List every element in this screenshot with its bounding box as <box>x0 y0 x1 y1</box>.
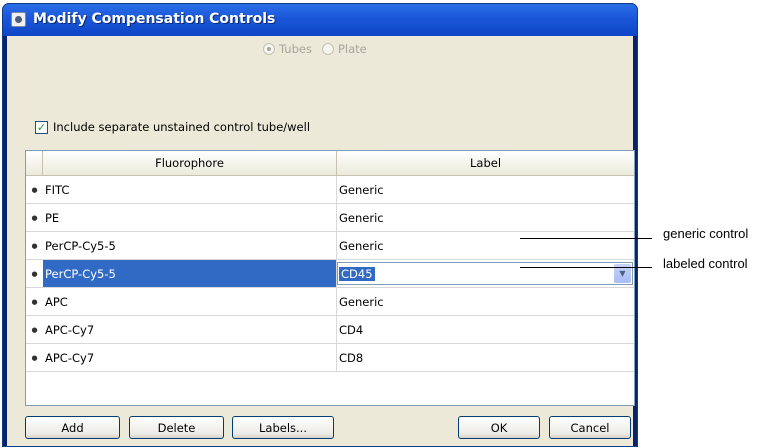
app-icon <box>11 12 26 27</box>
fluorophore-cell[interactable]: APC-Cy7 <box>43 316 337 343</box>
ok-button[interactable]: OK <box>458 416 540 439</box>
generic-control-annotation: generic control <box>663 226 749 241</box>
table-row[interactable]: ● PE Generic <box>26 204 634 232</box>
row-marker-dot-icon: ● <box>31 269 38 278</box>
generic-control-leader-line <box>520 238 652 239</box>
controls-table: Fluorophore Label ● FITC Generic ● PE Generic… <box>25 150 635 406</box>
radio-tubes[interactable]: Tubes <box>263 42 312 56</box>
title-bar[interactable]: Modify Compensation Controls <box>3 4 637 36</box>
fluorophore-cell[interactable]: PerCP-Cy5-5 <box>43 260 337 287</box>
row-marker-dot-icon: ● <box>31 353 38 362</box>
unstained-control-checkbox[interactable]: ✓ <box>35 120 48 134</box>
column-header-label[interactable]: Label <box>337 151 634 175</box>
column-header-fluorophore[interactable]: Fluorophore <box>43 151 337 175</box>
row-marker: ● <box>26 232 43 259</box>
table-row[interactable]: ● FITC Generic <box>26 176 634 204</box>
row-marker: ● <box>26 288 43 315</box>
row-marker-dot-icon: ● <box>31 185 38 194</box>
fluorophore-cell[interactable]: APC-Cy7 <box>43 344 337 371</box>
unstained-control-checkbox-row[interactable]: ✓ Include separate unstained control tub… <box>35 120 310 134</box>
label-cell[interactable]: CD45 ▼ <box>337 260 634 287</box>
label-cell[interactable]: Generic <box>337 204 634 231</box>
labeled-control-leader-line <box>520 267 652 268</box>
mode-radio-group: Tubes Plate <box>263 42 367 56</box>
label-combo-editor[interactable]: CD45 ▼ <box>337 262 633 285</box>
dialog-title: Modify Compensation Controls <box>33 11 276 27</box>
label-cell[interactable]: Generic <box>337 232 634 259</box>
row-marker: ● <box>26 176 43 203</box>
fluorophore-cell[interactable]: APC <box>43 288 337 315</box>
row-marker: ● <box>26 344 43 371</box>
table-body: ● FITC Generic ● PE Generic ● PerCP-Cy5-5 Generi… <box>26 176 634 372</box>
labels-button[interactable]: Labels... <box>232 416 334 439</box>
row-marker: ● <box>26 316 43 343</box>
radio-plate-indicator <box>321 43 334 55</box>
table-row[interactable]: ● PerCP-Cy5-5 Generic <box>26 232 634 260</box>
row-marker-header <box>26 151 43 175</box>
label-cell[interactable]: Generic <box>337 288 634 315</box>
table-row[interactable]: ● APC-Cy7 CD4 <box>26 316 634 344</box>
unstained-control-label: Include separate unstained control tube/… <box>53 120 311 134</box>
table-header: Fluorophore Label <box>26 151 634 176</box>
table-row[interactable]: ● APC-Cy7 CD8 <box>26 344 634 372</box>
table-row[interactable]: ● APC Generic <box>26 288 634 316</box>
label-cell[interactable]: CD8 <box>337 344 634 371</box>
label-cell[interactable]: Generic <box>337 176 634 203</box>
radio-plate-label: Plate <box>337 42 367 56</box>
dialog-window: Modify Compensation Controls Tubes Plate… <box>2 3 638 447</box>
radio-tubes-label: Tubes <box>279 42 312 56</box>
fluorophore-cell[interactable]: FITC <box>43 176 337 203</box>
table-row[interactable]: ● PerCP-Cy5-5 CD45 ▼ <box>26 260 634 288</box>
delete-button[interactable]: Delete <box>129 416 224 439</box>
radio-tubes-indicator <box>263 43 275 55</box>
row-marker-dot-icon: ● <box>31 297 38 306</box>
label-combo-value[interactable]: CD45 <box>339 266 375 281</box>
add-button[interactable]: Add <box>25 416 120 439</box>
row-marker: ● <box>26 260 43 287</box>
row-marker-dot-icon: ● <box>31 241 38 250</box>
row-marker: ● <box>26 204 43 231</box>
labeled-control-annotation: labeled control <box>663 256 748 271</box>
row-marker-dot-icon: ● <box>31 325 38 334</box>
cancel-button[interactable]: Cancel <box>549 416 631 439</box>
fluorophore-cell[interactable]: PE <box>43 204 337 231</box>
radio-plate[interactable]: Plate <box>321 42 367 56</box>
label-cell[interactable]: CD4 <box>337 316 634 343</box>
fluorophore-cell[interactable]: PerCP-Cy5-5 <box>43 232 337 259</box>
row-marker-dot-icon: ● <box>31 213 38 222</box>
